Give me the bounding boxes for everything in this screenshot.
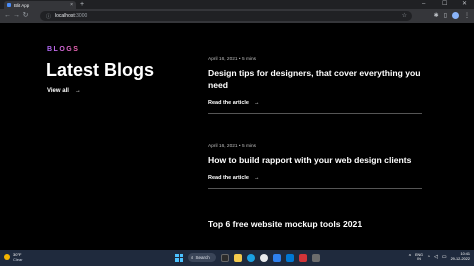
- view-all-label: View all: [47, 88, 69, 94]
- arrow-right-icon: →: [253, 175, 260, 181]
- article-divider: [208, 113, 422, 114]
- wifi-icon[interactable]: ◔: [427, 254, 430, 260]
- weather-condition: Clear: [13, 257, 23, 262]
- page-content: BLOGS Latest Blogs View all → April 16, 2…: [0, 23, 474, 250]
- view-all-link[interactable]: View all →: [47, 88, 81, 94]
- arrow-right-icon: →: [253, 100, 260, 106]
- back-icon[interactable]: ←: [3, 9, 12, 23]
- article-meta: April 16, 2021 • 5 mins: [208, 144, 257, 149]
- read-article-label: Read the article: [208, 100, 249, 106]
- mail-icon[interactable]: [286, 253, 294, 262]
- read-article-link[interactable]: Read the article →: [208, 100, 422, 106]
- url-port: :3000: [74, 13, 88, 19]
- chrome-icon[interactable]: [260, 253, 268, 262]
- browser-toolbar: ← → ↻ ⓘ localhost:3000 ☆ ✱ ▯ ⋮: [0, 9, 474, 23]
- volume-icon[interactable]: ◁: [434, 254, 438, 260]
- site-info-icon[interactable]: ⓘ: [46, 13, 51, 20]
- address-url: localhost:3000: [55, 13, 87, 19]
- article-title[interactable]: Top 6 free website mockup tools 2021: [208, 218, 422, 230]
- url-host: localhost: [55, 13, 75, 19]
- article-title[interactable]: How to build rapport with your web desig…: [208, 154, 422, 166]
- forward-icon[interactable]: →: [12, 9, 21, 23]
- battery-icon[interactable]: ▭: [442, 254, 447, 260]
- file-explorer-icon[interactable]: [234, 253, 242, 262]
- taskbar-apps: ⌕ Search: [175, 253, 320, 262]
- weather-widget[interactable]: 30°F Clear: [4, 252, 23, 262]
- toolbar-actions: ✱ ▯ ⋮: [434, 12, 470, 20]
- search-label: Search: [195, 255, 210, 260]
- clock-date: 29-12-2022: [450, 257, 470, 261]
- new-tab-button[interactable]: +: [80, 1, 84, 8]
- side-panel-icon[interactable]: ▯: [444, 12, 447, 20]
- arrow-right-icon: →: [74, 88, 81, 94]
- bookmark-star-icon[interactable]: ☆: [402, 12, 407, 19]
- close-window-button[interactable]: ✕: [462, 1, 467, 8]
- chevron-up-icon[interactable]: ^: [409, 254, 411, 260]
- vscode-icon[interactable]: [273, 253, 281, 262]
- read-article-label: Read the article: [208, 175, 249, 181]
- taskbar-search[interactable]: ⌕ Search: [188, 253, 216, 262]
- extensions-icon[interactable]: ✱: [434, 12, 439, 20]
- article-divider: [208, 188, 422, 189]
- system-tray: ^ ENG IN ◔ ◁ ▭ 10:41 29-12-2022: [409, 252, 470, 262]
- task-view-icon[interactable]: [221, 253, 229, 262]
- article-card: Top 6 free website mockup tools 2021: [208, 218, 422, 230]
- app-icon[interactable]: [312, 253, 320, 262]
- taskbar: 30°F Clear ⌕ Search ^ ENG IN ◔ ◁ ▭ 10:41…: [0, 250, 474, 266]
- reload-icon[interactable]: ↻: [21, 9, 30, 23]
- address-bar[interactable]: ⓘ localhost:3000 ☆: [40, 11, 412, 21]
- section-heading: Latest Blogs: [46, 60, 155, 80]
- edge-browser-icon[interactable]: [247, 253, 255, 262]
- menu-icon[interactable]: ⋮: [464, 12, 470, 20]
- tab-close-icon[interactable]: ×: [70, 2, 73, 8]
- tab-title: Blit App: [14, 2, 30, 8]
- article-card: April 16, 2021 • 5 mins How to build rap…: [208, 144, 422, 189]
- language-region: IN: [417, 257, 421, 261]
- search-icon: ⌕: [191, 255, 194, 260]
- minimize-button[interactable]: –: [422, 1, 425, 8]
- language-indicator[interactable]: ENG IN: [415, 253, 423, 262]
- read-article-link[interactable]: Read the article →: [208, 175, 422, 181]
- app-favicon-icon: [7, 3, 11, 7]
- maximize-button[interactable]: ☐: [442, 1, 447, 8]
- profile-avatar[interactable]: [452, 12, 459, 19]
- article-card: April 16, 2021 • 5 mins Design tips for …: [208, 57, 422, 114]
- taskbar-clock[interactable]: 10:41 29-12-2022: [451, 252, 470, 262]
- browser-tab[interactable]: Blit App ×: [4, 1, 76, 9]
- article-meta: April 16, 2021 • 5 mins: [208, 57, 257, 62]
- sun-icon: [4, 254, 10, 260]
- start-windows-icon[interactable]: [175, 253, 183, 262]
- section-kicker: BLOGS: [47, 46, 80, 53]
- article-title[interactable]: Design tips for designers, that cover ev…: [208, 67, 422, 91]
- browser-tab-bar: Blit App × + – ☐ ✕: [0, 0, 474, 9]
- app-icon[interactable]: [299, 253, 307, 262]
